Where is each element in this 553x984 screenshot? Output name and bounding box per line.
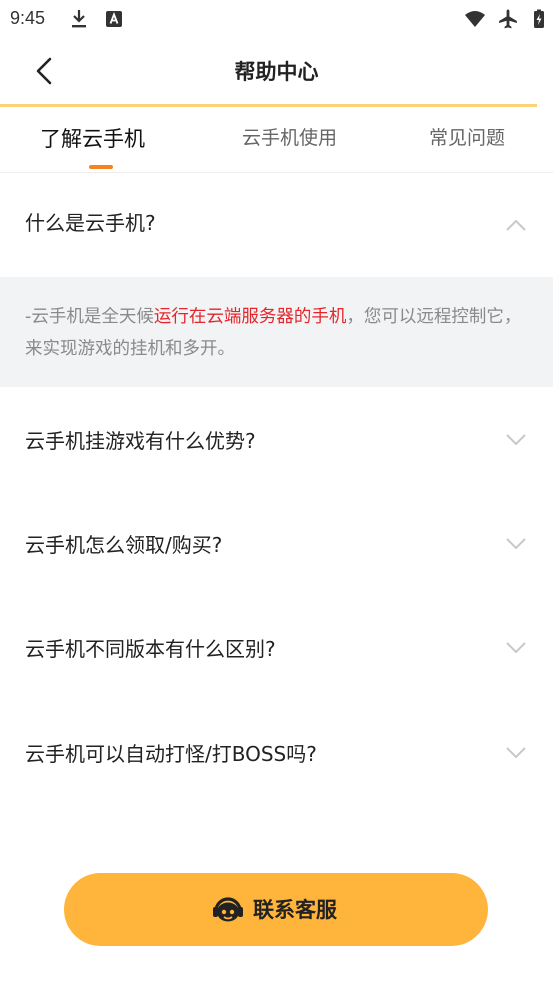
page-title: 帮助中心 bbox=[234, 60, 319, 84]
tab-about-cloud-phone[interactable]: 了解云手机 bbox=[40, 123, 145, 153]
faq-question: 什么是云手机? bbox=[25, 211, 156, 235]
tab-bar: 了解云手机 云手机使用 常见问题 bbox=[0, 107, 553, 173]
faq-question: 云手机挂游戏有什么优势? bbox=[25, 429, 256, 453]
battery-charging-icon bbox=[534, 9, 544, 28]
faq-answer-text: -云手机是全天候运行在云端服务器的手机，您可以远程控制它，来实现游戏的挂机和多开… bbox=[25, 301, 530, 365]
chevron-down-icon bbox=[506, 747, 526, 759]
contact-support-button[interactable]: 联系客服 bbox=[64, 873, 488, 946]
faq-answer-panel: -云手机是全天候运行在云端服务器的手机，您可以远程控制它，来实现游戏的挂机和多开… bbox=[0, 277, 553, 387]
faq-item-auto-fight[interactable]: 云手机可以自动打怪/打BOSS吗? bbox=[0, 700, 553, 804]
faq-item-version-differences[interactable]: 云手机不同版本有什么区别? bbox=[0, 595, 553, 699]
contact-support-content: 联系客服 bbox=[211, 894, 337, 924]
headset-icon bbox=[213, 897, 243, 922]
chevron-down-icon bbox=[506, 538, 526, 550]
tab-indicator bbox=[89, 165, 113, 169]
contact-support-label: 联系客服 bbox=[253, 898, 337, 922]
download-icon bbox=[72, 10, 86, 28]
answer-highlight: 运行在云端服务器的手机 bbox=[153, 307, 347, 327]
airplane-icon bbox=[499, 9, 517, 29]
faq-item-how-to-get[interactable]: 云手机怎么领取/购买? bbox=[0, 491, 553, 595]
chevron-up-icon bbox=[506, 219, 526, 231]
answer-prefix: -云手机是全天候 bbox=[25, 307, 154, 327]
app-header: 帮助中心 bbox=[0, 38, 553, 104]
chevron-down-icon bbox=[506, 434, 526, 446]
a-badge-icon bbox=[106, 11, 122, 27]
faq-item-what-is-cloud-phone[interactable]: 什么是云手机? bbox=[0, 173, 553, 277]
wifi-icon bbox=[465, 11, 485, 27]
faq-question: 云手机怎么领取/购买? bbox=[25, 533, 223, 557]
faq-question: 云手机可以自动打怪/打BOSS吗? bbox=[25, 742, 317, 766]
faq-item-advantages[interactable]: 云手机挂游戏有什么优势? bbox=[0, 387, 553, 491]
tab-faq[interactable]: 常见问题 bbox=[429, 123, 505, 150]
status-time: 9:45 bbox=[10, 8, 46, 28]
status-bar: 9:45 bbox=[0, 0, 553, 38]
tab-cloud-phone-usage[interactable]: 云手机使用 bbox=[242, 123, 337, 150]
faq-question: 云手机不同版本有什么区别? bbox=[25, 637, 276, 661]
chevron-down-icon bbox=[506, 642, 526, 654]
